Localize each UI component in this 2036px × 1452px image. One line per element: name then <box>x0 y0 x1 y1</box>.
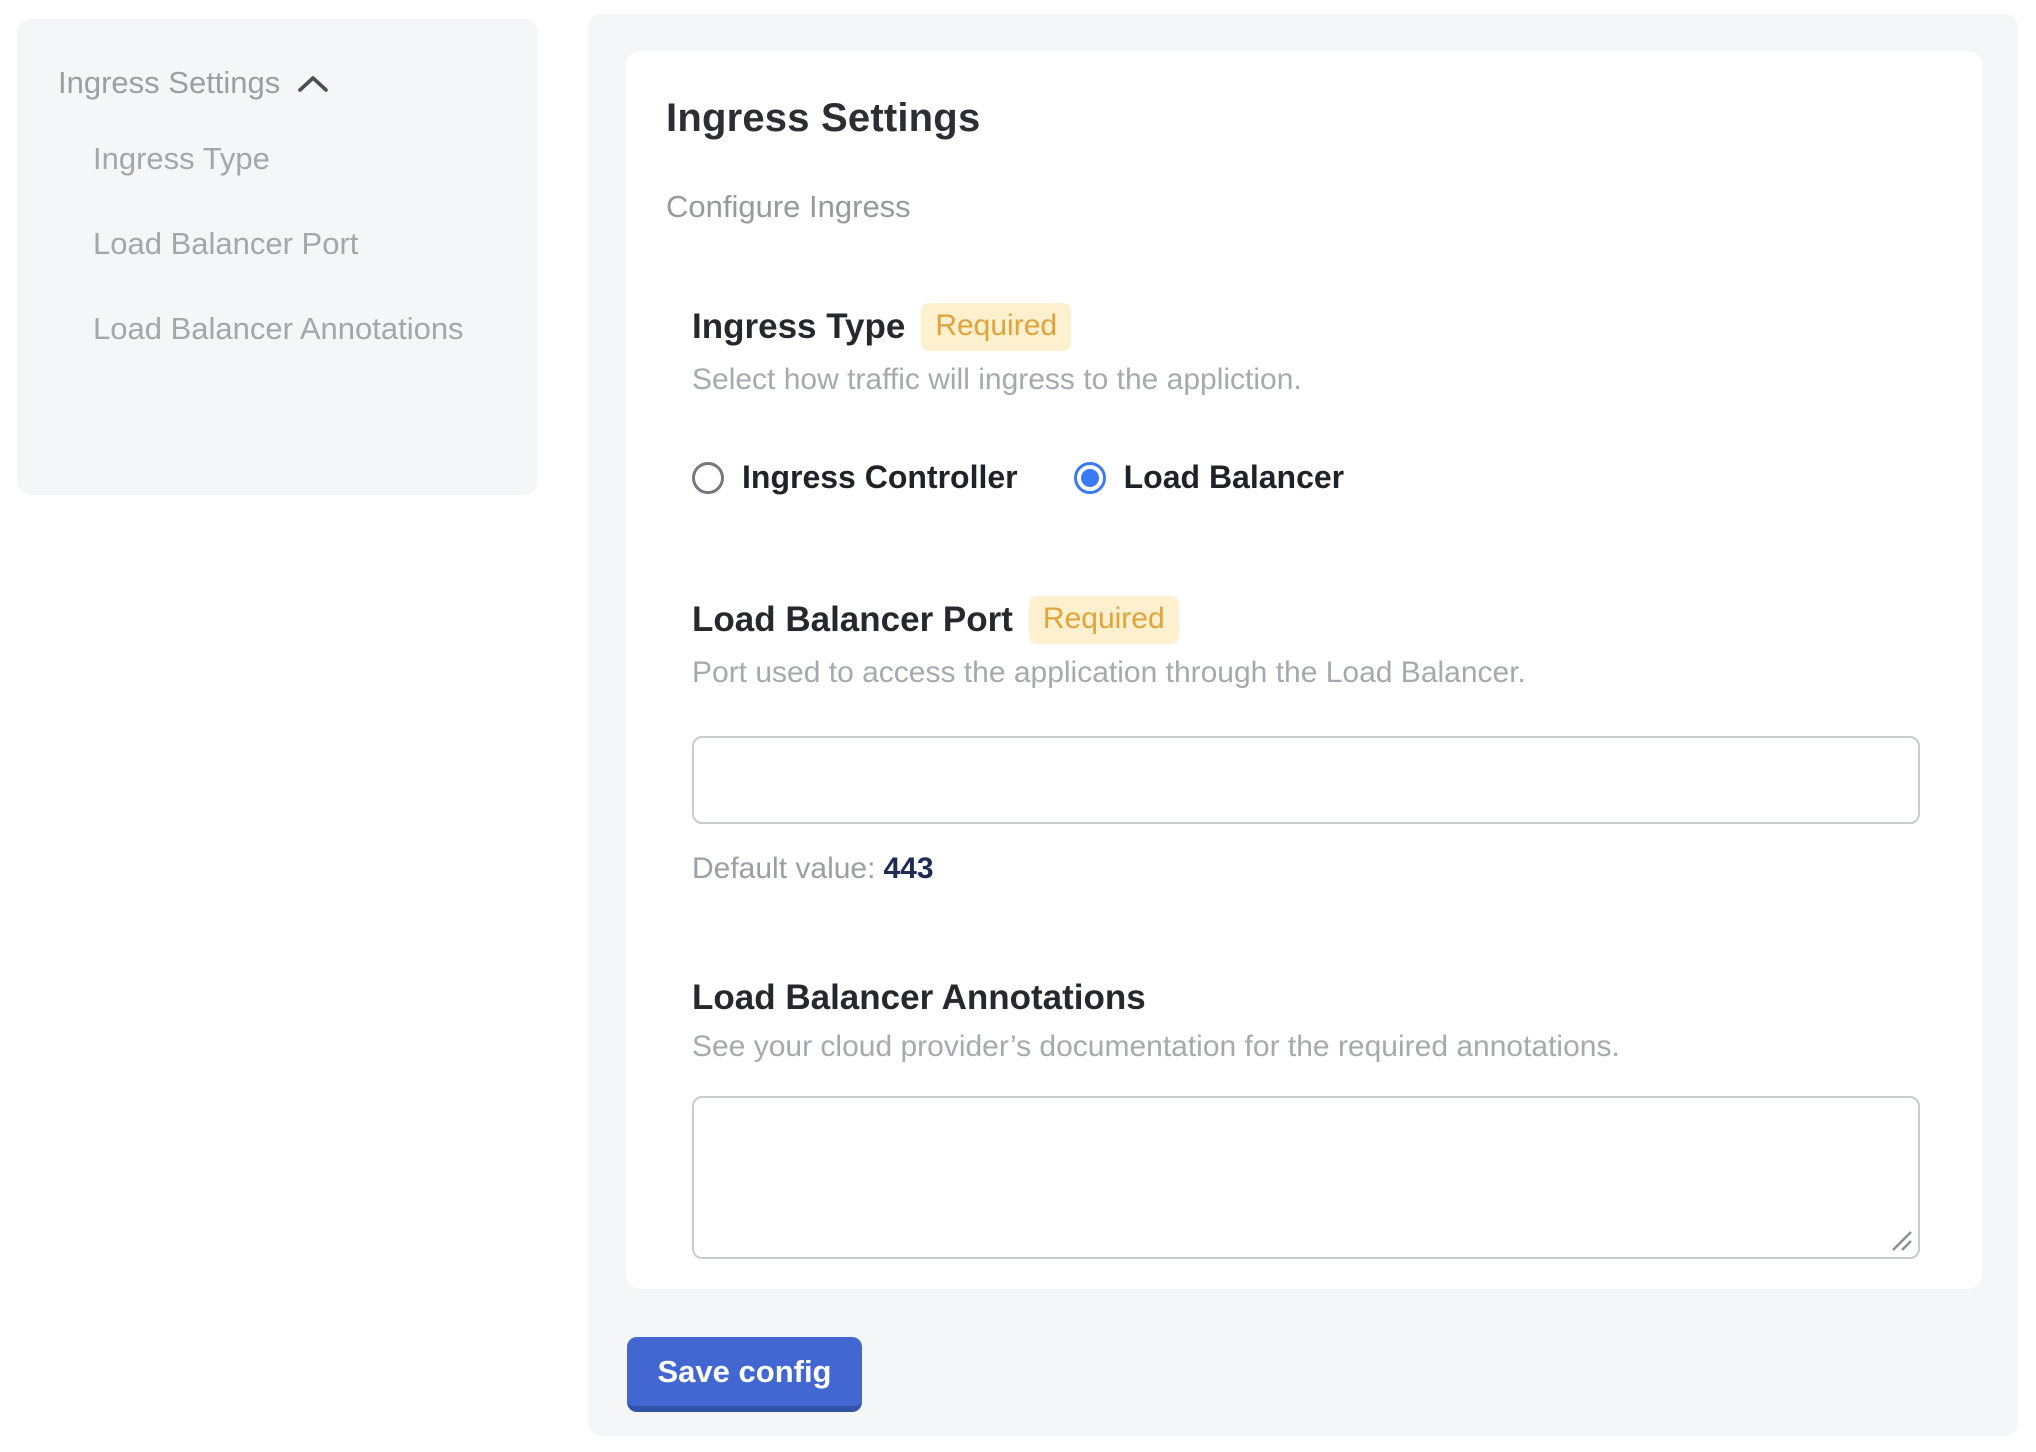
load-balancer-annotations-textarea[interactable] <box>692 1096 1920 1259</box>
ingress-type-heading-row: Ingress Type Required <box>692 303 1922 351</box>
section-load-balancer-annotations: Load Balancer Annotations See your cloud… <box>692 978 1922 1259</box>
radio-option-ingress-controller[interactable]: Ingress Controller <box>692 459 1018 496</box>
sidebar-item-load-balancer-annotations[interactable]: Load Balancer Annotations <box>93 301 493 356</box>
default-value-number: 443 <box>883 852 933 885</box>
form-sections: Ingress Type Required Select how traffic… <box>666 303 1922 1259</box>
load-balancer-port-heading-row: Load Balancer Port Required <box>692 596 1922 644</box>
load-balancer-annotations-heading: Load Balancer Annotations <box>692 978 1146 1018</box>
main-panel: Ingress Settings Configure Ingress Ingre… <box>588 14 2018 1436</box>
chevron-up-icon <box>296 73 330 97</box>
radio-icon-unselected[interactable] <box>692 462 724 494</box>
load-balancer-annotations-heading-row: Load Balancer Annotations <box>692 978 1922 1018</box>
radio-label-load-balancer: Load Balancer <box>1124 459 1345 496</box>
load-balancer-port-input[interactable] <box>692 736 1920 824</box>
section-load-balancer-port: Load Balancer Port Required Port used to… <box>692 596 1922 886</box>
radio-icon-selected[interactable] <box>1074 462 1106 494</box>
radio-label-ingress-controller: Ingress Controller <box>742 459 1018 496</box>
sidebar-item-ingress-type[interactable]: Ingress Type <box>93 131 493 186</box>
default-value-label: Default value: <box>692 852 875 885</box>
default-value-row: Default value:443 <box>692 852 1922 886</box>
ingress-settings-form-card: Ingress Settings Configure Ingress Ingre… <box>626 51 1982 1289</box>
save-config-button[interactable]: Save config <box>627 1337 862 1412</box>
section-ingress-type: Ingress Type Required Select how traffic… <box>692 303 1922 496</box>
ingress-type-description: Select how traffic will ingress to the a… <box>692 363 1922 397</box>
sidebar-section-ingress-settings[interactable]: Ingress Settings <box>58 65 498 101</box>
sidebar-item-list: Ingress Type Load Balancer Port Load Bal… <box>58 131 498 356</box>
load-balancer-annotations-textarea-wrap <box>692 1096 1920 1259</box>
sidebar-section-label: Ingress Settings <box>58 65 280 101</box>
required-badge: Required <box>921 303 1071 351</box>
load-balancer-port-description: Port used to access the application thro… <box>692 656 1922 690</box>
load-balancer-annotations-description: See your cloud provider’s documentation … <box>692 1030 1922 1064</box>
sidebar-item-load-balancer-port[interactable]: Load Balancer Port <box>93 216 493 271</box>
required-badge: Required <box>1029 596 1179 644</box>
radio-option-load-balancer[interactable]: Load Balancer <box>1074 459 1345 496</box>
page-title: Ingress Settings <box>666 96 1922 141</box>
page-subtitle: Configure Ingress <box>666 189 1922 225</box>
load-balancer-port-heading: Load Balancer Port <box>692 600 1013 640</box>
settings-sidebar: Ingress Settings Ingress Type Load Balan… <box>17 19 538 495</box>
ingress-type-radio-group: Ingress Controller Load Balancer <box>692 459 1922 496</box>
ingress-type-heading: Ingress Type <box>692 307 905 347</box>
